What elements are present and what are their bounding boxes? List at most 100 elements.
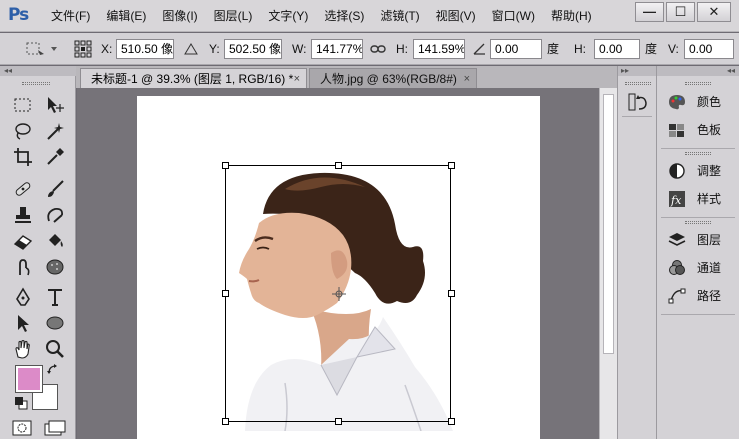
tab-untitled-1[interactable]: 未标题-1 @ 39.3% (图层 1, RGB/16) * ×: [80, 68, 307, 88]
rotate-angle-field[interactable]: 0.00: [490, 39, 542, 59]
zoom-tool[interactable]: [44, 338, 70, 360]
screen-mode-icon[interactable]: [44, 420, 66, 436]
tab-close-icon[interactable]: ×: [294, 69, 300, 89]
menu-help[interactable]: 帮助(H): [551, 0, 592, 32]
panel-separator: [661, 314, 735, 315]
ellipse-shape-tool[interactable]: [44, 312, 70, 334]
panel-grip[interactable]: [685, 152, 711, 155]
panel-paths[interactable]: 路径: [665, 284, 735, 308]
tab-close-icon[interactable]: ×: [464, 69, 470, 89]
panel-grip[interactable]: [685, 221, 711, 224]
maximize-button[interactable]: ☐: [666, 2, 695, 22]
hand-tool[interactable]: [12, 338, 38, 360]
menu-window[interactable]: 窗口(W): [492, 0, 535, 32]
type-tool[interactable]: [44, 286, 70, 308]
menu-edit[interactable]: 编辑(E): [106, 0, 146, 32]
minimize-button[interactable]: —: [635, 2, 664, 22]
bandage-icon: [15, 182, 31, 196]
dock-separator: [622, 116, 652, 117]
y-position-field[interactable]: 502.50 像素: [224, 39, 282, 59]
paint-bucket-tool[interactable]: [44, 230, 70, 252]
link-icon[interactable]: [370, 43, 386, 55]
default-colors-icon[interactable]: [14, 396, 28, 410]
history-brush-tool[interactable]: [44, 204, 70, 226]
blur-tool[interactable]: [12, 256, 38, 278]
path-selection-tool[interactable]: [12, 312, 38, 334]
pen-tool[interactable]: [12, 286, 38, 308]
tab-portrait-jpg[interactable]: 人物.jpg @ 63%(RGB/8#) ×: [309, 68, 477, 88]
move-tool[interactable]: [44, 94, 70, 116]
panel-swatches[interactable]: 色板: [665, 118, 735, 142]
transform-handle-left[interactable]: [222, 290, 229, 297]
dock-grip[interactable]: [625, 82, 651, 85]
transform-handle-right[interactable]: [448, 290, 455, 297]
clone-stamp-tool[interactable]: [12, 204, 38, 226]
magnifier-icon: [46, 340, 64, 358]
quick-mask-icon[interactable]: [12, 420, 32, 436]
foreground-color-swatch[interactable]: [15, 365, 43, 393]
panel-label: 通道: [697, 261, 722, 275]
close-icon: ✕: [708, 4, 720, 19]
canvas-workspace[interactable]: [77, 88, 617, 439]
dock-expand-button[interactable]: ▸▸: [618, 66, 656, 76]
menu-layer[interactable]: 图层(L): [214, 0, 253, 32]
swap-colors-icon[interactable]: [47, 364, 59, 376]
marquee-tool[interactable]: [12, 94, 38, 116]
palette-icon: [669, 95, 685, 110]
panel-dock-collapse-button[interactable]: ◂◂: [657, 66, 739, 76]
x-position-field[interactable]: 510.50 像素: [116, 39, 174, 59]
move-transform-icon[interactable]: [24, 40, 46, 58]
menu-filter[interactable]: 滤镜(T): [380, 0, 419, 32]
reference-point-icon[interactable]: [74, 40, 92, 58]
panel-grip[interactable]: [685, 82, 711, 85]
close-button[interactable]: ✕: [697, 2, 731, 22]
eraser-tool[interactable]: [12, 230, 38, 252]
history-icon[interactable]: [627, 92, 649, 112]
menu-select[interactable]: 选择(S): [324, 0, 364, 32]
angle-icon: [473, 43, 485, 55]
transform-handle-bottom-left[interactable]: [222, 418, 229, 425]
eyedropper-tool[interactable]: [44, 146, 70, 168]
panel-layers[interactable]: 图层: [665, 228, 735, 252]
panel-label: 样式: [697, 192, 722, 206]
h-skew-label: H:: [574, 42, 586, 56]
brush-tool[interactable]: [44, 178, 70, 200]
menu-items: 文件(F) 编辑(E) 图像(I) 图层(L) 文字(Y) 选择(S) 滤镜(T…: [51, 0, 608, 32]
magic-wand-tool[interactable]: [44, 120, 70, 142]
paths-icon: [668, 288, 686, 304]
horizontal-skew-field[interactable]: 0.00: [594, 39, 640, 59]
vertical-scrollbar[interactable]: [599, 88, 617, 439]
transform-handle-bottom-right[interactable]: [448, 418, 455, 425]
relative-position-icon[interactable]: [184, 42, 198, 56]
sponge-icon: [46, 259, 64, 275]
height-scale-field[interactable]: 141.59%: [413, 39, 465, 59]
panel-color[interactable]: 颜色: [665, 90, 735, 114]
toolbar-collapse-button[interactable]: ◂◂: [0, 66, 76, 76]
transform-handle-top-left[interactable]: [222, 162, 229, 169]
transform-handle-bottom[interactable]: [335, 418, 342, 425]
toolbar-grip[interactable]: [22, 82, 50, 85]
transform-handle-top-right[interactable]: [448, 162, 455, 169]
panel-adjustments[interactable]: 调整: [665, 159, 735, 183]
menu-file[interactable]: 文件(F): [51, 0, 90, 32]
photoshop-logo: Ps: [8, 5, 29, 25]
tab-label: 未标题-1 @ 39.3% (图层 1, RGB/16) *: [91, 72, 294, 86]
dodge-tool[interactable]: [44, 256, 70, 278]
panel-styles[interactable]: fx 样式: [665, 187, 735, 211]
panel-channels[interactable]: 通道: [665, 256, 735, 280]
scrollbar-thumb[interactable]: [603, 94, 614, 354]
lasso-tool[interactable]: [12, 120, 38, 142]
healing-brush-tool[interactable]: [12, 178, 38, 200]
history-dock: ▸▸: [617, 66, 657, 439]
width-scale-field[interactable]: 141.77%: [311, 39, 363, 59]
menu-view[interactable]: 视图(V): [436, 0, 476, 32]
history-brush-icon: [47, 207, 64, 223]
chevron-down-icon[interactable]: [50, 45, 58, 53]
menu-image[interactable]: 图像(I): [162, 0, 197, 32]
menu-type[interactable]: 文字(Y): [268, 0, 308, 32]
transform-handle-top[interactable]: [335, 162, 342, 169]
adjustments-icon: [669, 163, 685, 179]
transform-center-icon[interactable]: [332, 287, 346, 301]
vertical-skew-field[interactable]: 0.00: [684, 39, 734, 59]
crop-tool[interactable]: [12, 146, 38, 168]
